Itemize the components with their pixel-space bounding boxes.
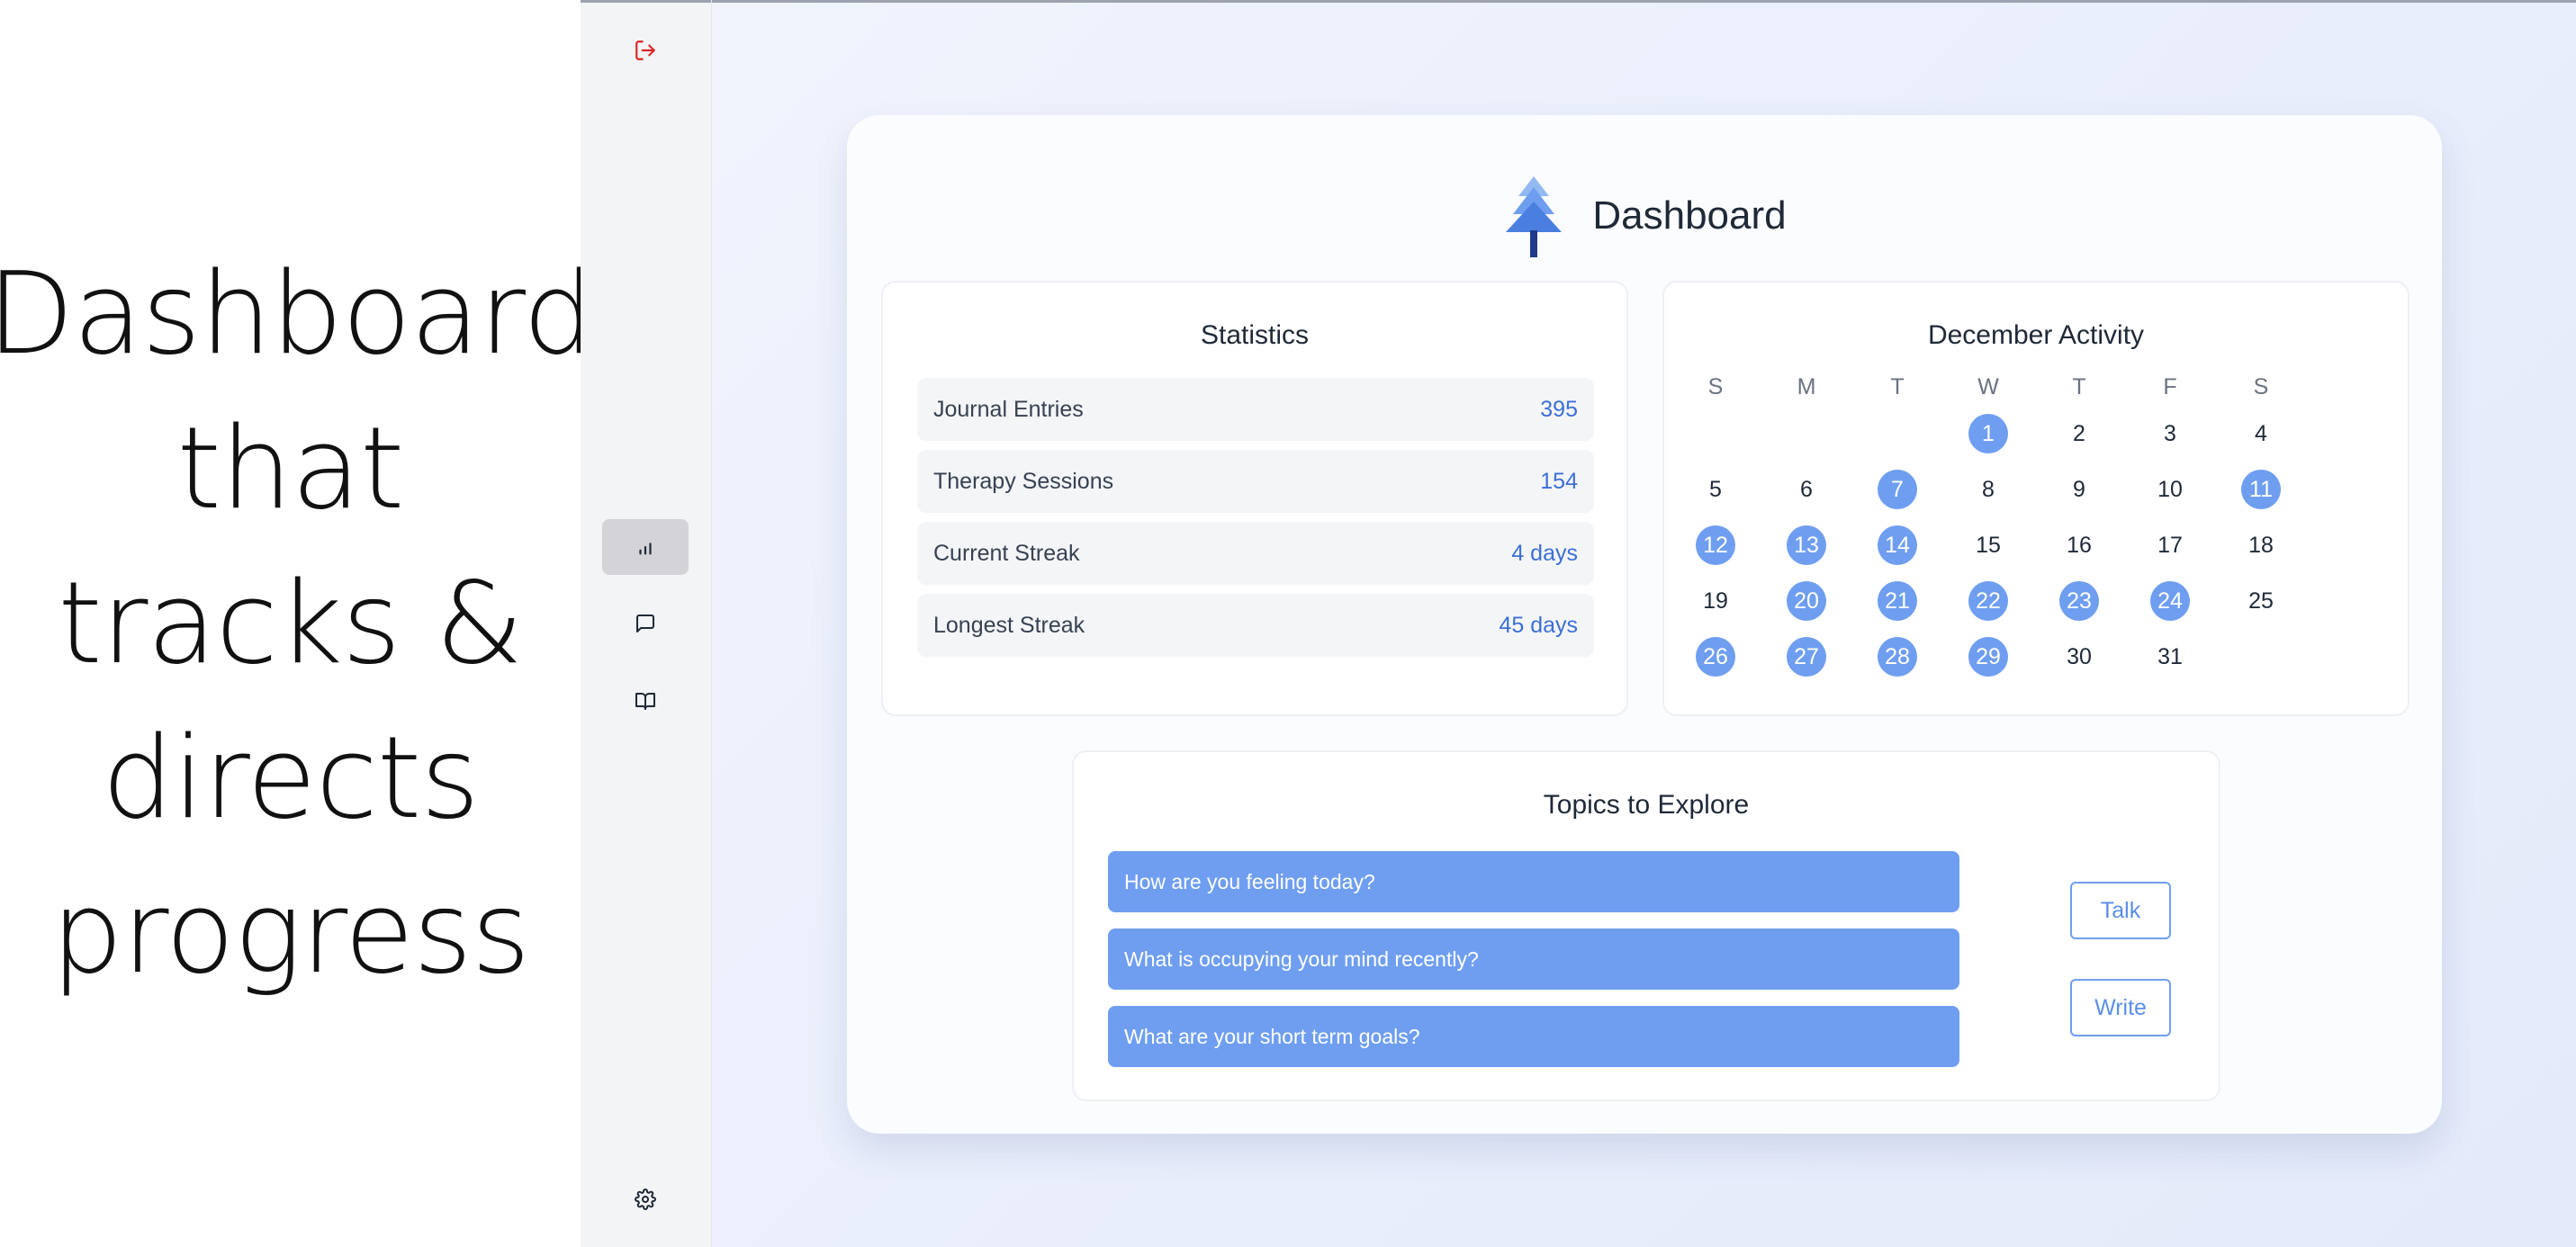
promo-caption: Dashboard that tracks & directs progress bbox=[0, 0, 595, 1247]
calendar-day: 31 bbox=[2157, 644, 2183, 669]
calendar-day-active: 22 bbox=[1961, 581, 2015, 621]
calendar-day: 3 bbox=[2164, 421, 2176, 446]
talk-button[interactable]: Talk bbox=[2070, 882, 2171, 939]
calendar-day: 30 bbox=[2067, 644, 2092, 669]
topics-panel: Topics to Explore How are you feeling to… bbox=[1072, 750, 2220, 1101]
caption-line: directs bbox=[102, 712, 480, 844]
stat-label: Therapy Sessions bbox=[933, 468, 1114, 494]
weekday-label: M bbox=[1797, 374, 1816, 399]
calendar-day-active: 27 bbox=[1779, 637, 1833, 677]
write-button[interactable]: Write bbox=[2070, 979, 2171, 1036]
stat-row: Journal Entries 395 bbox=[917, 378, 1594, 441]
weekday-label: S bbox=[1707, 374, 1724, 399]
weekday-label: W bbox=[1977, 374, 1999, 399]
pine-tree-logo bbox=[1506, 176, 1563, 257]
sidebar-item-dashboard[interactable] bbox=[602, 519, 689, 575]
calendar-day: 6 bbox=[1800, 477, 1813, 502]
calendar-day: 19 bbox=[1703, 588, 1728, 614]
dashboard-header: Dashboard bbox=[847, 162, 2442, 270]
calendar-day-active: 13 bbox=[1779, 525, 1833, 565]
statistics-panel: Statistics Journal Entries 395 Therapy S… bbox=[881, 281, 1628, 716]
calendar-day-active: 1 bbox=[1961, 414, 2015, 453]
book-icon bbox=[635, 693, 655, 710]
calendar-title: December Activity bbox=[1927, 320, 2145, 350]
stat-row: Current Streak 4 days bbox=[917, 522, 1594, 585]
calendar-day: 4 bbox=[2255, 421, 2267, 446]
stat-row: Therapy Sessions 154 bbox=[917, 450, 1594, 513]
topic-item[interactable]: How are you feeling today? bbox=[1108, 851, 1959, 912]
stat-value: 395 bbox=[1540, 396, 1578, 422]
calendar-day-active: 29 bbox=[1961, 637, 2015, 677]
calendar-day: 18 bbox=[2248, 533, 2274, 558]
divider bbox=[581, 0, 711, 3]
statistics-title: Statistics bbox=[1200, 320, 1310, 350]
weekday-label: F bbox=[2163, 374, 2177, 399]
stat-value: 45 days bbox=[1499, 612, 1578, 638]
calendar-day-active: 21 bbox=[1870, 581, 1924, 621]
logout-icon bbox=[635, 40, 655, 60]
calendar-day: 15 bbox=[1976, 533, 2001, 558]
calendar-day-active: 24 bbox=[2143, 581, 2197, 621]
topics-title: Topics to Explore bbox=[1543, 790, 1750, 820]
weekday-label: T bbox=[1890, 374, 1905, 399]
weekday-label: T bbox=[2072, 374, 2086, 399]
calendar-panel: December Activity S M T W T F S 1 2 3 4 5 6 7 8 9 10 11 12… bbox=[1662, 281, 2409, 716]
topic-item[interactable]: What are your short term goals? bbox=[1108, 1006, 1959, 1067]
calendar-day-active: 26 bbox=[1689, 637, 1743, 677]
calendar-day: 5 bbox=[1709, 477, 1722, 502]
logout-button[interactable] bbox=[602, 22, 689, 78]
divider bbox=[712, 0, 2576, 3]
calendar-day: 9 bbox=[2073, 477, 2085, 502]
calendar-day-active: 7 bbox=[1870, 470, 1924, 509]
calendar-day: 10 bbox=[2157, 477, 2183, 502]
calendar-day-active: 28 bbox=[1870, 637, 1924, 677]
main-area: Dashboard Statistics Journal Entries 395… bbox=[712, 0, 2576, 1247]
weekday-label: S bbox=[2253, 374, 2269, 399]
calendar-day-active: 23 bbox=[2052, 581, 2106, 621]
stat-row: Longest Streak 45 days bbox=[917, 594, 1594, 657]
stat-label: Journal Entries bbox=[933, 396, 1084, 422]
stat-value: 154 bbox=[1540, 468, 1578, 494]
bar-chart-icon bbox=[639, 543, 652, 555]
calendar-day: 25 bbox=[2248, 588, 2274, 614]
page-title: Dashboard bbox=[1592, 193, 1787, 238]
message-icon bbox=[636, 615, 654, 632]
caption-line: Dashboard bbox=[0, 247, 595, 380]
settings-button[interactable] bbox=[602, 1171, 689, 1227]
sidebar-item-journal[interactable] bbox=[602, 673, 689, 729]
sidebar-item-talk[interactable] bbox=[602, 596, 689, 651]
calendar-day: 8 bbox=[1982, 477, 1995, 502]
caption-line: progress bbox=[50, 866, 531, 999]
topic-item[interactable]: What is occupying your mind recently? bbox=[1108, 929, 1959, 990]
sidebar bbox=[581, 0, 712, 1247]
caption-line: that bbox=[176, 402, 405, 534]
stat-value: 4 days bbox=[1511, 540, 1578, 566]
stat-label: Longest Streak bbox=[933, 612, 1085, 638]
calendar-day: 17 bbox=[2157, 533, 2183, 558]
gear-icon bbox=[635, 1189, 656, 1210]
calendar-day: 16 bbox=[2067, 533, 2092, 558]
caption-line: tracks & bbox=[58, 557, 524, 689]
calendar-day-active: 14 bbox=[1870, 525, 1924, 565]
calendar-day-active: 11 bbox=[2234, 470, 2288, 509]
dashboard-card: Dashboard Statistics Journal Entries 395… bbox=[847, 115, 2442, 1134]
calendar-day-active: 12 bbox=[1689, 525, 1743, 565]
calendar-day-active: 20 bbox=[1779, 581, 1833, 621]
stat-label: Current Streak bbox=[933, 540, 1080, 566]
calendar-day: 2 bbox=[2073, 421, 2085, 446]
